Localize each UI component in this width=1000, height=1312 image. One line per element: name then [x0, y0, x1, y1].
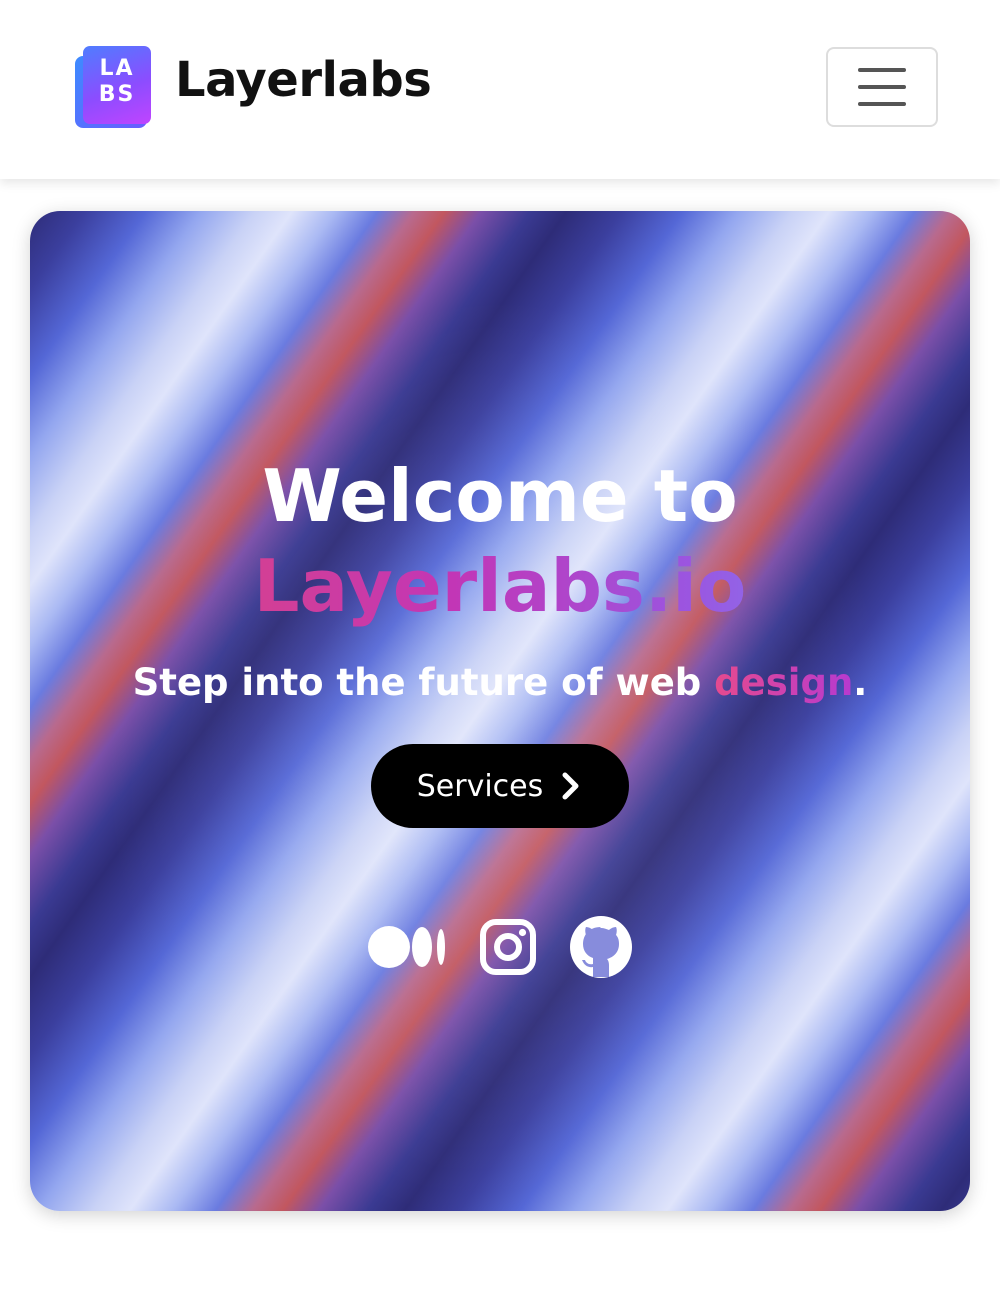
brand-logo: LA BS [75, 44, 153, 130]
social-links [30, 915, 970, 983]
hamburger-icon-bar-3 [858, 102, 906, 106]
logo-front-layer: LA BS [83, 46, 151, 124]
hero-title-line2: Layerlabs.io [30, 541, 970, 631]
navbar: LA BS Layerlabs [0, 0, 1000, 179]
instagram-link[interactable] [479, 918, 537, 980]
services-button-label: Services [416, 768, 544, 804]
instagram-icon [480, 919, 536, 975]
hero-subtitle-prefix: Step into the future of web [132, 661, 715, 704]
github-link[interactable] [569, 915, 633, 983]
hero-content: Welcome to Layerlabs.io Step into the fu… [30, 211, 970, 1211]
hero-section: Welcome to Layerlabs.io Step into the fu… [30, 211, 970, 1211]
brand-link[interactable]: LA BS Layerlabs [75, 44, 432, 130]
github-icon [570, 916, 632, 978]
hero-title-line1: Welcome to [262, 454, 738, 538]
services-button[interactable]: Services [371, 744, 629, 828]
menu-toggle-button[interactable] [826, 47, 938, 127]
chevron-right-icon [562, 772, 579, 800]
hero-title: Welcome to Layerlabs.io [30, 451, 970, 631]
hamburger-icon-bar-1 [858, 68, 906, 72]
medium-link[interactable] [367, 924, 447, 974]
hero-subtitle-accent: design [714, 661, 854, 704]
hero-subtitle: Step into the future of web design. [30, 661, 970, 704]
medium-icon [368, 926, 445, 968]
logo-text-top: LA [99, 56, 135, 81]
hero-subtitle-suffix: . [853, 661, 868, 704]
logo-text-bottom: BS [98, 82, 136, 107]
hamburger-icon-bar-2 [858, 85, 906, 89]
brand-name: Layerlabs [175, 52, 432, 108]
